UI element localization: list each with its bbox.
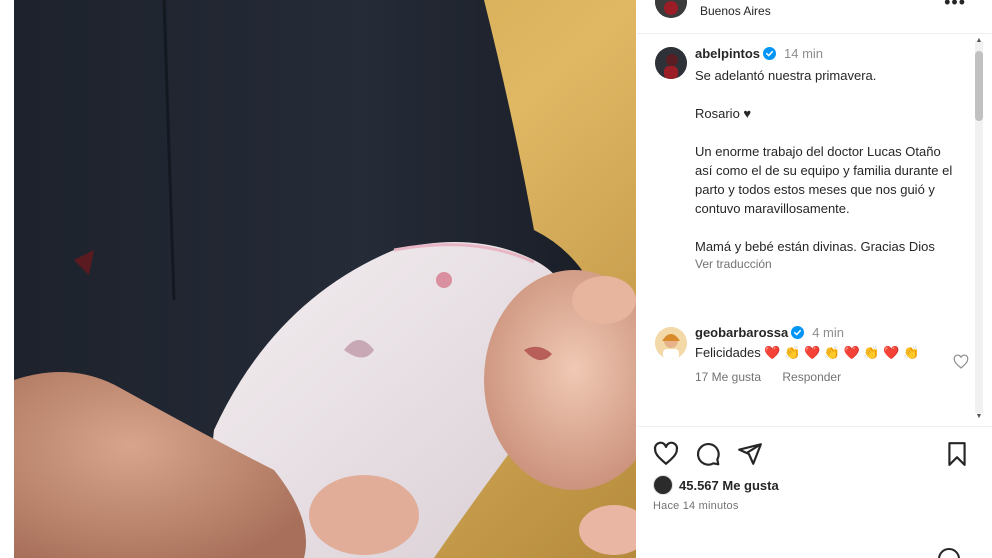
- scroll-up-arrow-icon[interactable]: ▲: [975, 37, 983, 45]
- verified-badge-icon: [791, 326, 805, 339]
- scroll-down-arrow-icon[interactable]: ▼: [975, 413, 983, 421]
- comment-icon[interactable]: [695, 441, 721, 467]
- comment-like-heart-icon[interactable]: [953, 354, 969, 370]
- caption-text: Se adelantó nuestra primavera. Rosario ♥…: [695, 68, 953, 254]
- more-options-icon[interactable]: •••: [944, 0, 966, 13]
- caption-author-avatar[interactable]: [655, 47, 687, 79]
- post-side-panel: Buenos Aires ••• abelpintos 14 min Se ade…: [637, 0, 992, 558]
- post-actions: 45.567 Me gusta Hace 14 minutos: [637, 426, 992, 558]
- post-photo[interactable]: [14, 0, 636, 558]
- author-avatar[interactable]: [655, 0, 687, 18]
- avatar-photo-icon: [655, 327, 687, 359]
- liker-avatar: [653, 475, 673, 495]
- caption-time[interactable]: 14 min: [784, 46, 823, 61]
- scrollbar-thumb[interactable]: [975, 51, 983, 121]
- verified-badge-icon: [763, 47, 777, 60]
- commenter-avatar[interactable]: [655, 327, 687, 359]
- heart-icon[interactable]: [653, 441, 679, 467]
- newborn-photo-illustration: [14, 0, 636, 558]
- post-location[interactable]: Buenos Aires: [700, 4, 771, 18]
- comment-like-count[interactable]: 17 Me gusta: [695, 370, 761, 384]
- see-translation-link[interactable]: Ver traducción: [695, 257, 955, 271]
- avatar-silhouette-icon: [655, 0, 687, 18]
- share-icon[interactable]: [737, 441, 763, 467]
- caption-username[interactable]: abelpintos: [695, 46, 760, 61]
- comment-username[interactable]: geobarbarossa: [695, 325, 788, 340]
- post-header: Buenos Aires •••: [637, 0, 992, 34]
- comment-meta: 17 Me gusta Responder: [695, 370, 925, 384]
- emoji-icon[interactable]: [937, 547, 961, 558]
- comment-text: Felicidades ❤️ 👏 ❤️ 👏 ❤️ 👏 ❤️ 👏: [695, 345, 920, 360]
- likes-summary[interactable]: 45.567 Me gusta: [653, 475, 779, 495]
- post-timestamp[interactable]: Hace 14 minutos: [653, 500, 739, 512]
- reply-button[interactable]: Responder: [782, 370, 841, 384]
- bookmark-icon[interactable]: [944, 441, 970, 467]
- comment-time[interactable]: 4 min: [812, 325, 844, 340]
- like-count[interactable]: 45.567 Me gusta: [679, 478, 779, 493]
- comments-scrollbar[interactable]: ▲ ▼: [972, 35, 984, 425]
- avatar-silhouette-icon: [655, 47, 687, 79]
- comments-list[interactable]: abelpintos 14 min Se adelantó nuestra pri…: [637, 35, 992, 425]
